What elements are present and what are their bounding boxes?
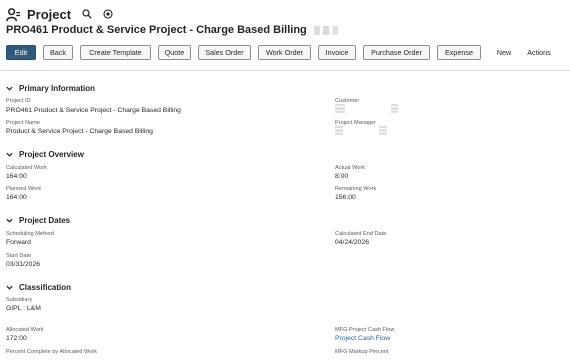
toolbar-divider (0, 70, 570, 71)
start-date-label: Start Date (6, 253, 32, 259)
edit-button[interactable]: Edit (6, 44, 36, 60)
search-icon[interactable] (81, 8, 93, 20)
project-icon (6, 7, 21, 21)
purchase-order-button[interactable]: Purchase Order (363, 44, 430, 60)
actions-button[interactable]: Actions (520, 45, 558, 60)
actual-work-label: Actual Work (335, 165, 366, 171)
project-id-value: PRO461 Product & Service Project - Charg… (6, 107, 181, 114)
page-title-text: PRO461 Product & Service Project - Charg… (6, 24, 307, 36)
chevron-down-icon (6, 218, 13, 223)
scheduling-method-label: Scheduling Method (6, 231, 54, 237)
section-title: Classification (19, 283, 72, 292)
section-project-dates[interactable]: Project Dates (6, 216, 70, 225)
create-template-button[interactable]: Create Template (80, 44, 151, 60)
expense-button[interactable]: Expense (437, 44, 481, 60)
remaining-work-value: 156:00 (335, 194, 356, 201)
allocated-work-label: Allocated Work (6, 327, 44, 333)
chevron-down-icon (6, 152, 13, 157)
project-manager-value-redacted-2 (379, 126, 387, 135)
invoice-button[interactable]: Invoice (318, 44, 356, 60)
work-order-button[interactable]: Work Order (258, 44, 311, 60)
record-header: Project (6, 6, 123, 22)
chevron-down-icon (6, 86, 13, 91)
customer-value-redacted-2 (391, 104, 398, 113)
subsidiary-label: Subsidiary (6, 297, 33, 303)
section-title: Project Overview (19, 150, 84, 159)
action-toolbar: Edit Back Create Template Quote Sales Or… (6, 44, 570, 60)
new-button[interactable]: New (488, 45, 520, 60)
page-title: PRO461 Product & Service Project - Charg… (6, 24, 344, 36)
project-id-label: Project ID (6, 98, 31, 104)
start-date-value: 03/31/2026 (6, 261, 41, 268)
project-manager-value-redacted (335, 126, 343, 135)
quote-button[interactable]: Quote (158, 44, 191, 60)
subsidiary-value: GIPL : L&M (6, 305, 41, 312)
section-classification[interactable]: Classification (6, 283, 71, 292)
allocated-work-value: 172:00 (6, 335, 27, 342)
cash-flow-link[interactable]: Project Cash Flow (335, 335, 390, 342)
calculated-end-date-value: 04/24/2026 (335, 239, 370, 246)
cash-flow-label: MFG Project Cash Flow (335, 327, 395, 333)
chevron-down-icon (6, 285, 13, 290)
section-project-overview[interactable]: Project Overview (6, 150, 84, 159)
customer-value-redacted (335, 104, 345, 113)
section-title: Project Dates (19, 216, 71, 225)
markup-percent-label: MFG Markup Percent (335, 349, 389, 355)
scheduling-method-value: Forward (6, 239, 31, 246)
section-primary-information[interactable]: Primary Information (6, 84, 95, 93)
record-type-title: Project (27, 6, 72, 22)
project-name-value: Product & Service Project - Charge Based… (6, 128, 153, 135)
percent-complete-label: Percent Complete by Allocated Work (6, 349, 97, 355)
actual-work-value: 8:00 (335, 173, 349, 180)
planned-work-value: 164:00 (6, 194, 27, 201)
calculated-end-date-label: Calculated End Date (335, 231, 387, 237)
project-name-label: Project Name (6, 120, 40, 126)
remaining-work-label: Remaining Work (335, 186, 377, 192)
planned-work-label: Planned Work (6, 186, 42, 192)
back-button[interactable]: Back (43, 44, 73, 60)
sales-order-button[interactable]: Sales Order (198, 44, 251, 60)
navigate-icon[interactable] (102, 8, 114, 20)
section-title: Primary Information (19, 84, 96, 93)
calculated-work-value: 164:00 (6, 173, 27, 180)
redacted-title-suffix (313, 25, 344, 35)
calculated-work-label: Calculated Work (6, 165, 47, 171)
